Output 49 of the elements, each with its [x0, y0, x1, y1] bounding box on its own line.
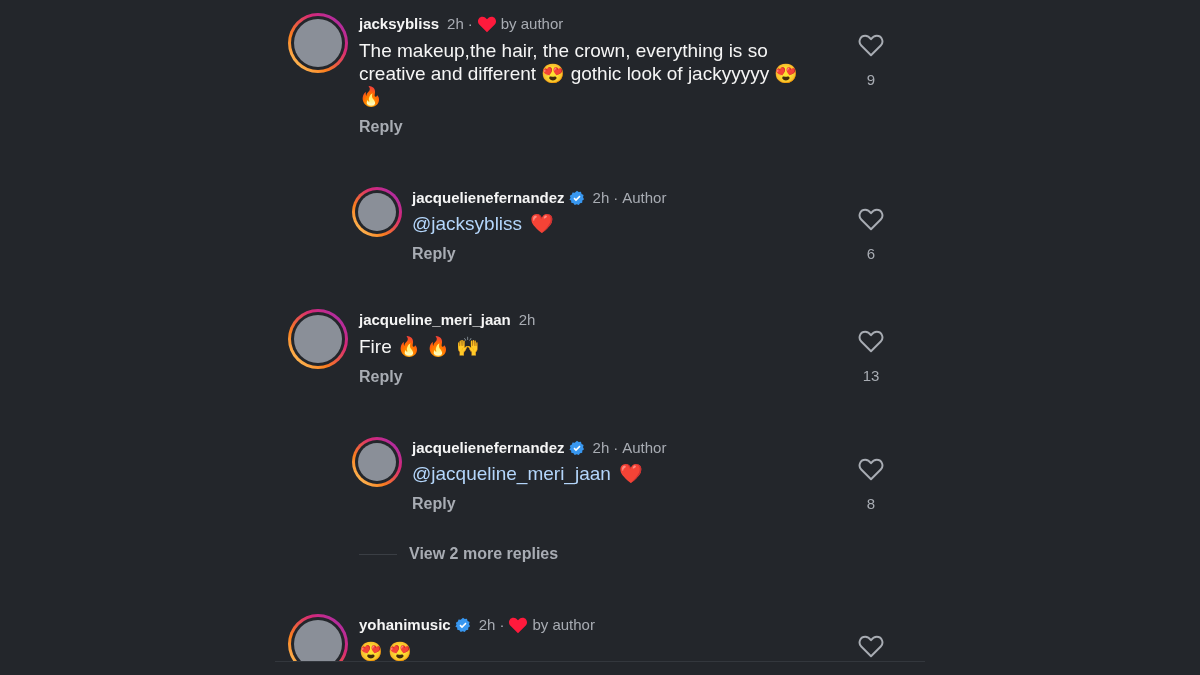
- comment-time: 2h: [447, 14, 464, 34]
- username[interactable]: jacqueline_meri_jaan: [359, 309, 511, 332]
- comment-time: 2h: [478, 615, 496, 635]
- separator-dot: ·: [499, 615, 505, 635]
- view-more-replies-link[interactable]: View 2 more replies: [409, 542, 559, 566]
- heart-outline-icon: [858, 33, 884, 57]
- separator-dot: ·: [613, 437, 619, 458]
- comment-time: 2h: [518, 310, 536, 330]
- reply-link[interactable]: Reply: [359, 364, 403, 389]
- like-count: 6: [866, 243, 876, 264]
- heart-outline-icon: [858, 634, 884, 658]
- like-button[interactable]: [858, 456, 884, 481]
- heart-outline-icon: [858, 206, 884, 231]
- like-button[interactable]: [858, 634, 884, 658]
- like-button[interactable]: [858, 329, 884, 353]
- reply-emoji: ❤: [618, 462, 643, 485]
- comment-time: 2h: [592, 187, 610, 208]
- comment-text: The makeup,the hair, the crown, everything is so creative and different 😍 gothic look of jackyyyyy 😍 🔥: [359, 38, 800, 108]
- avatar[interactable]: [288, 309, 348, 369]
- mention-link[interactable]: @jacksybliss: [412, 212, 523, 235]
- liked-by-author-label: by author: [532, 615, 595, 635]
- username[interactable]: jacquelienefernandez: [412, 436, 565, 459]
- comment-text: Fire 🔥 🔥 🙌: [359, 334, 481, 358]
- reply-link[interactable]: Reply: [412, 492, 456, 516]
- like-count: 9: [866, 70, 876, 90]
- like-button[interactable]: [858, 33, 884, 57]
- separator-dot: ·: [613, 187, 619, 208]
- author-label: Author: [622, 187, 667, 208]
- reply-link[interactable]: Reply: [359, 114, 403, 139]
- avatar[interactable]: [352, 436, 402, 487]
- like-count: 8: [866, 493, 876, 514]
- avatar[interactable]: [352, 186, 402, 237]
- avatar[interactable]: [288, 13, 348, 73]
- comment-time: 2h: [592, 437, 610, 458]
- username[interactable]: jacksybliss: [359, 13, 440, 36]
- avatar[interactable]: [288, 614, 348, 661]
- heart-outline-icon: [858, 329, 884, 353]
- like-count: 13: [862, 366, 880, 386]
- username[interactable]: jacquelienefernandez: [412, 186, 565, 209]
- separator-dot: ·: [467, 14, 473, 34]
- mention-link[interactable]: @jacqueline_meri_jaan: [412, 462, 611, 485]
- username[interactable]: yohanimusic: [359, 614, 451, 637]
- liked-by-author-label: by author: [500, 14, 564, 34]
- reply-emoji: ❤: [530, 212, 555, 235]
- author-label: Author: [622, 437, 667, 458]
- comment-text: 😍 😍: [359, 639, 414, 661]
- like-button[interactable]: [858, 206, 884, 231]
- heart-outline-icon: [858, 456, 884, 481]
- reply-link[interactable]: Reply: [412, 242, 456, 266]
